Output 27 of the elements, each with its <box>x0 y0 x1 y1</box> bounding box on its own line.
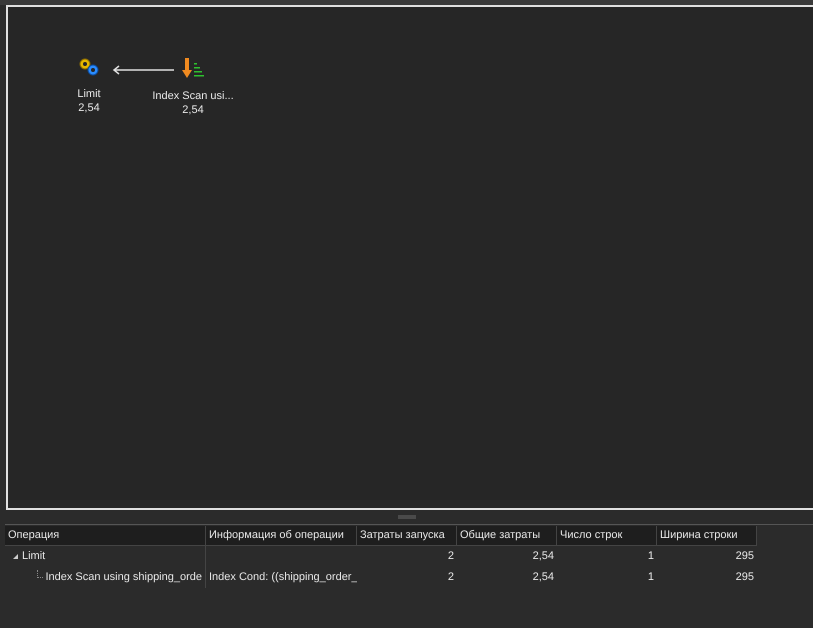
gears-icon <box>77 57 101 77</box>
operation-name[interactable]: Limit <box>22 548 46 565</box>
node-label: Limit <box>77 87 101 101</box>
column-header[interactable]: Операция <box>5 526 206 546</box>
operation-name[interactable]: Index Scan using shipping_orde <box>45 569 202 586</box>
expand-toggle[interactable] <box>13 554 18 559</box>
node-label: Index Scan usi... <box>152 89 234 103</box>
table-cell-text: 2,54 <box>532 549 554 564</box>
table-cell-text: 1 <box>648 570 654 586</box>
table-cell-text: 2 <box>448 570 454 586</box>
table-cell-text: 2 <box>448 549 454 564</box>
sorted-scan-icon <box>181 57 205 79</box>
column-header[interactable]: Информация об операции <box>206 526 357 546</box>
plan-node[interactable]: Limit 2,54 <box>74 57 104 115</box>
column-header[interactable]: Число строк <box>557 526 657 546</box>
table-cell-text: 295 <box>736 570 754 586</box>
node-cost: 2,54 <box>78 101 100 115</box>
plan-node[interactable]: Index Scan usi... 2,54 <box>148 57 238 117</box>
column-header[interactable]: Затраты запуска <box>357 526 457 546</box>
table-cell-text: 1 <box>648 549 654 564</box>
table-cell-text: 295 <box>736 549 754 564</box>
node-cost: 2,54 <box>182 103 204 117</box>
table-cell-text: 2,54 <box>532 570 554 586</box>
tree-line <box>37 570 44 578</box>
column-header[interactable]: Общие затраты <box>457 526 557 546</box>
column-header[interactable]: Ширина строки <box>657 526 757 546</box>
arrow <box>112 65 174 75</box>
